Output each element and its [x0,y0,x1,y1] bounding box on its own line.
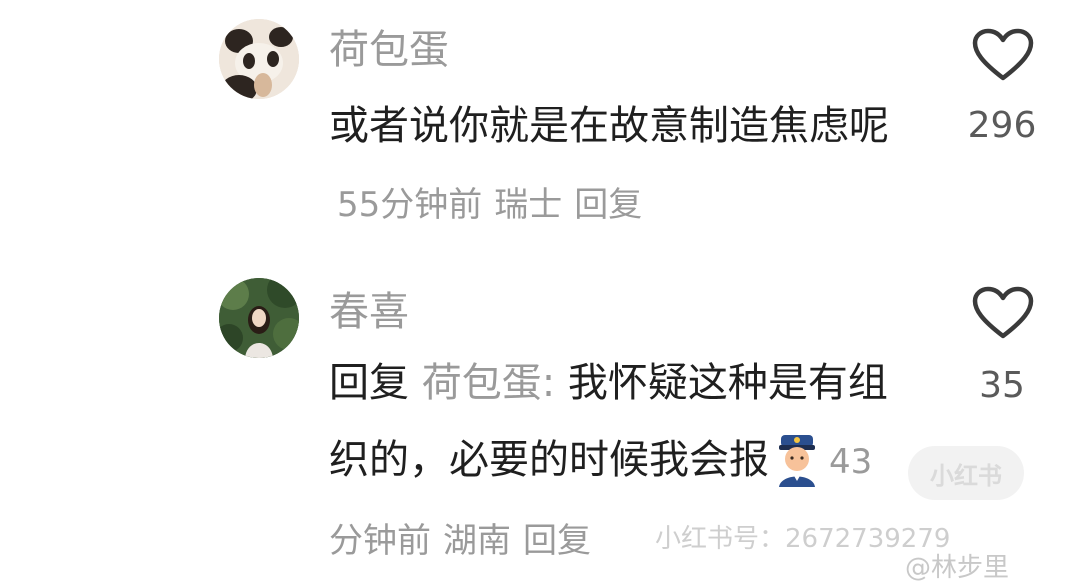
xiaohongshu-watermark: 小红书 [908,446,1024,500]
like-count: 296 [967,105,1037,146]
username[interactable]: 荷包蛋 [329,26,449,74]
like-count: 35 [979,365,1025,406]
comment-time: 55分钟前 [337,185,483,225]
like-button[interactable] [972,286,1034,340]
reply-prefix: 回复 [329,360,409,406]
comment-location: 湖南 [443,521,511,561]
like-button[interactable] [972,28,1034,82]
police-officer-emoji [779,435,815,487]
comment-location: 瑞士 [494,185,563,225]
weibo-user-watermark: @林步里 [905,553,1010,583]
comment-content: 或者说你就是在故意制造焦虑呢 [329,103,889,149]
comment-item: 荷包蛋 或者说你就是在故意制造焦虑呢 55分钟前 瑞士 回复 296 [0,0,1065,260]
avatar[interactable] [219,19,299,99]
comment-text: 或者说你就是在故意制造焦虑呢 55分钟前 瑞士 回复 [329,88,899,244]
heart-icon [972,28,1034,81]
reply-to-username[interactable]: 荷包蛋: [422,360,555,406]
avatar[interactable] [219,278,299,358]
username[interactable]: 春喜 [329,288,409,336]
comment-meta: 55分钟前 瑞士 回复 [337,185,654,225]
heart-icon [972,286,1034,339]
panda-avatar-icon [219,19,299,99]
girl-avatar-icon [219,278,299,358]
reply-button[interactable]: 回复 [523,521,591,561]
reply-button[interactable]: 回复 [574,185,642,225]
